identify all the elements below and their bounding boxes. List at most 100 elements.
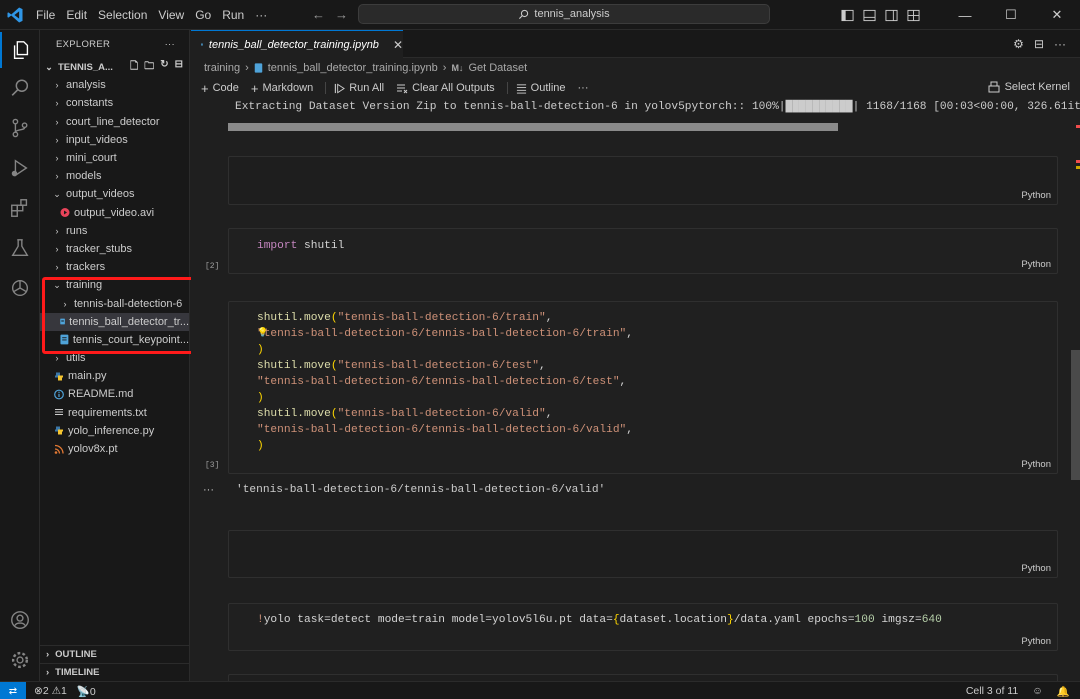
cell-language-label[interactable]: Python <box>1021 636 1051 647</box>
select-kernel-button[interactable]: Select Kernel <box>988 81 1070 93</box>
tree-file[interactable]: tennis_court_keypoint... <box>40 331 189 349</box>
tree-file[interactable]: main.py <box>40 367 189 385</box>
split-editor-icon[interactable]: ⊟ <box>1034 37 1044 51</box>
explorer-activity[interactable] <box>0 32 40 68</box>
extensions-activity[interactable] <box>0 190 40 226</box>
cell-language-label[interactable]: Python <box>1021 190 1051 201</box>
tree-file[interactable]: tennis_ball_detector_tr... <box>40 312 189 331</box>
close-icon[interactable]: ✕ <box>393 38 403 52</box>
tree-folder[interactable]: › tracker_stubs <box>40 240 189 258</box>
remote-indicator[interactable]: ⇄ <box>0 682 26 699</box>
breadcrumb-file[interactable]: tennis_ball_detector_training.ipynb <box>268 62 438 74</box>
code-line[interactable]: "tennis-ball-detection-6/tennis-ball-det… <box>257 328 633 340</box>
cell-position[interactable]: Cell 3 of 11 <box>966 685 1018 697</box>
menu-view[interactable]: View <box>158 8 184 22</box>
accounts-activity[interactable] <box>0 602 40 638</box>
lightbulb-icon[interactable]: 💡 <box>257 327 268 338</box>
new-folder-icon[interactable]: 🗀 <box>144 59 154 76</box>
code-line[interactable]: ) <box>257 440 264 452</box>
menu-file[interactable]: File <box>36 8 55 22</box>
outline-section[interactable]: › OUTLINE <box>40 645 190 663</box>
collapse-all-icon[interactable]: ⊟ <box>175 59 183 76</box>
toolbar-more-button[interactable]: ··· <box>578 82 589 94</box>
code-line[interactable]: ) <box>257 344 264 356</box>
tree-folder[interactable]: › utils <box>40 349 189 367</box>
tree-folder[interactable]: ⌄ output_videos <box>40 185 189 203</box>
back-arrow-icon[interactable]: ← <box>312 7 325 22</box>
breadcrumb-section[interactable]: Get Dataset <box>468 62 527 74</box>
manage-activity[interactable] <box>0 642 40 678</box>
outline-button[interactable]: Outline <box>516 82 566 94</box>
tree-file[interactable]: output_video.avi <box>40 204 189 222</box>
cell-language-label[interactable]: Python <box>1021 459 1051 470</box>
tree-folder[interactable]: › input_videos <box>40 131 189 149</box>
toggle-secondary-sidebar-icon[interactable] <box>885 9 898 22</box>
tree-folder[interactable]: › constants <box>40 94 189 112</box>
tree-folder[interactable]: › court_line_detector <box>40 113 189 131</box>
code-line[interactable]: ) <box>257 392 264 404</box>
ports-indicator[interactable]: 📡0 <box>77 685 96 698</box>
chatgpt-activity[interactable] <box>0 270 40 306</box>
source-control-activity[interactable] <box>0 110 40 146</box>
timeline-section[interactable]: › TIMELINE <box>40 663 190 681</box>
menu-edit[interactable]: Edit <box>66 8 87 22</box>
clear-all-outputs-button[interactable]: Clear All Outputs <box>396 82 495 94</box>
tree-folder[interactable]: › mini_court <box>40 149 189 167</box>
run-debug-activity[interactable] <box>0 150 40 186</box>
notebook-cell-partial[interactable] <box>228 674 1058 681</box>
tree-folder[interactable]: › runs <box>40 222 189 240</box>
menu-more[interactable]: ··· <box>255 8 267 22</box>
tree-folder[interactable]: ⌄ training <box>40 276 189 294</box>
tree-folder[interactable]: › tennis-ball-detection-6 <box>40 294 189 312</box>
tree-folder[interactable]: › analysis <box>40 76 189 94</box>
breadcrumb-folder[interactable]: training <box>204 62 240 74</box>
code-line[interactable]: "tennis-ball-detection-6/tennis-ball-det… <box>257 376 626 388</box>
run-all-button[interactable]: Run All <box>334 82 384 94</box>
close-window-button[interactable]: ✕ <box>1034 0 1080 30</box>
code-line[interactable]: shutil.move("tennis-ball-detection-6/tra… <box>257 312 552 324</box>
editor-scrollbar-thumb[interactable] <box>1071 350 1080 480</box>
tree-folder[interactable]: › models <box>40 167 189 185</box>
more-actions-icon[interactable]: ··· <box>1054 37 1066 51</box>
workspace-root[interactable]: ⌄ TENNIS_A... 🗋 🗀 ↻ ⊟ <box>40 58 189 76</box>
code-line[interactable]: shutil.move("tennis-ball-detection-6/val… <box>257 408 552 420</box>
menu-go[interactable]: Go <box>195 8 211 22</box>
explorer-more-icon[interactable]: ··· <box>165 39 175 50</box>
notebook-cell-move[interactable]: shutil.move("tennis-ball-detection-6/tra… <box>228 301 1058 474</box>
command-center-search[interactable]: tennis_analysis <box>358 4 770 24</box>
problems-indicator[interactable]: ⊗2 ⚠1 <box>34 685 67 697</box>
notebook-cell-empty-2[interactable]: Python <box>228 530 1058 578</box>
code-line[interactable]: "tennis-ball-detection-6/tennis-ball-det… <box>257 424 633 436</box>
add-markdown-cell-button[interactable]: + Markdown <box>251 81 313 96</box>
tree-file[interactable]: requirements.txt <box>40 404 189 422</box>
toggle-primary-sidebar-icon[interactable] <box>841 9 854 22</box>
feedback-icon[interactable]: ☺ <box>1032 685 1043 697</box>
cell-language-label[interactable]: Python <box>1021 563 1051 574</box>
add-code-cell-button[interactable]: + Code <box>201 81 239 96</box>
notebook-cell-train[interactable]: !yolo task=detect mode=train model=yolov… <box>228 603 1058 651</box>
menu-selection[interactable]: Selection <box>98 8 147 22</box>
testing-activity[interactable] <box>0 230 40 266</box>
code-line[interactable]: shutil.move("tennis-ball-detection-6/tes… <box>257 360 546 372</box>
tree-file[interactable]: yolo_inference.py <box>40 422 189 440</box>
toggle-panel-icon[interactable] <box>863 9 876 22</box>
notifications-icon[interactable]: 🔔 <box>1057 685 1070 698</box>
refresh-icon[interactable]: ↻ <box>160 59 168 76</box>
customize-layout-icon[interactable] <box>907 9 920 22</box>
tab-notebook[interactable]: tennis_ball_detector_training.ipynb ✕ <box>191 30 403 58</box>
new-file-icon[interactable]: 🗋 <box>130 59 138 76</box>
notebook-cell-empty-1[interactable]: Python <box>228 156 1058 205</box>
tree-file[interactable]: yolov8x.pt <box>40 440 189 458</box>
notebook-cell-import[interactable]: import shutil Python <box>228 228 1058 274</box>
forward-arrow-icon[interactable]: → <box>335 7 348 22</box>
output-collapse-ellipsis[interactable]: ··· <box>203 484 214 496</box>
menu-run[interactable]: Run <box>222 8 244 22</box>
gear-icon[interactable]: ⚙ <box>1013 37 1024 51</box>
code-line[interactable]: import shutil <box>257 240 344 252</box>
tree-file[interactable]: README.md <box>40 385 189 403</box>
code-line[interactable]: !yolo task=detect mode=train model=yolov… <box>257 614 942 626</box>
minimize-button[interactable]: — <box>942 0 988 30</box>
cell-language-label[interactable]: Python <box>1021 259 1051 270</box>
tree-folder[interactable]: › trackers <box>40 258 189 276</box>
search-activity[interactable] <box>0 70 40 106</box>
